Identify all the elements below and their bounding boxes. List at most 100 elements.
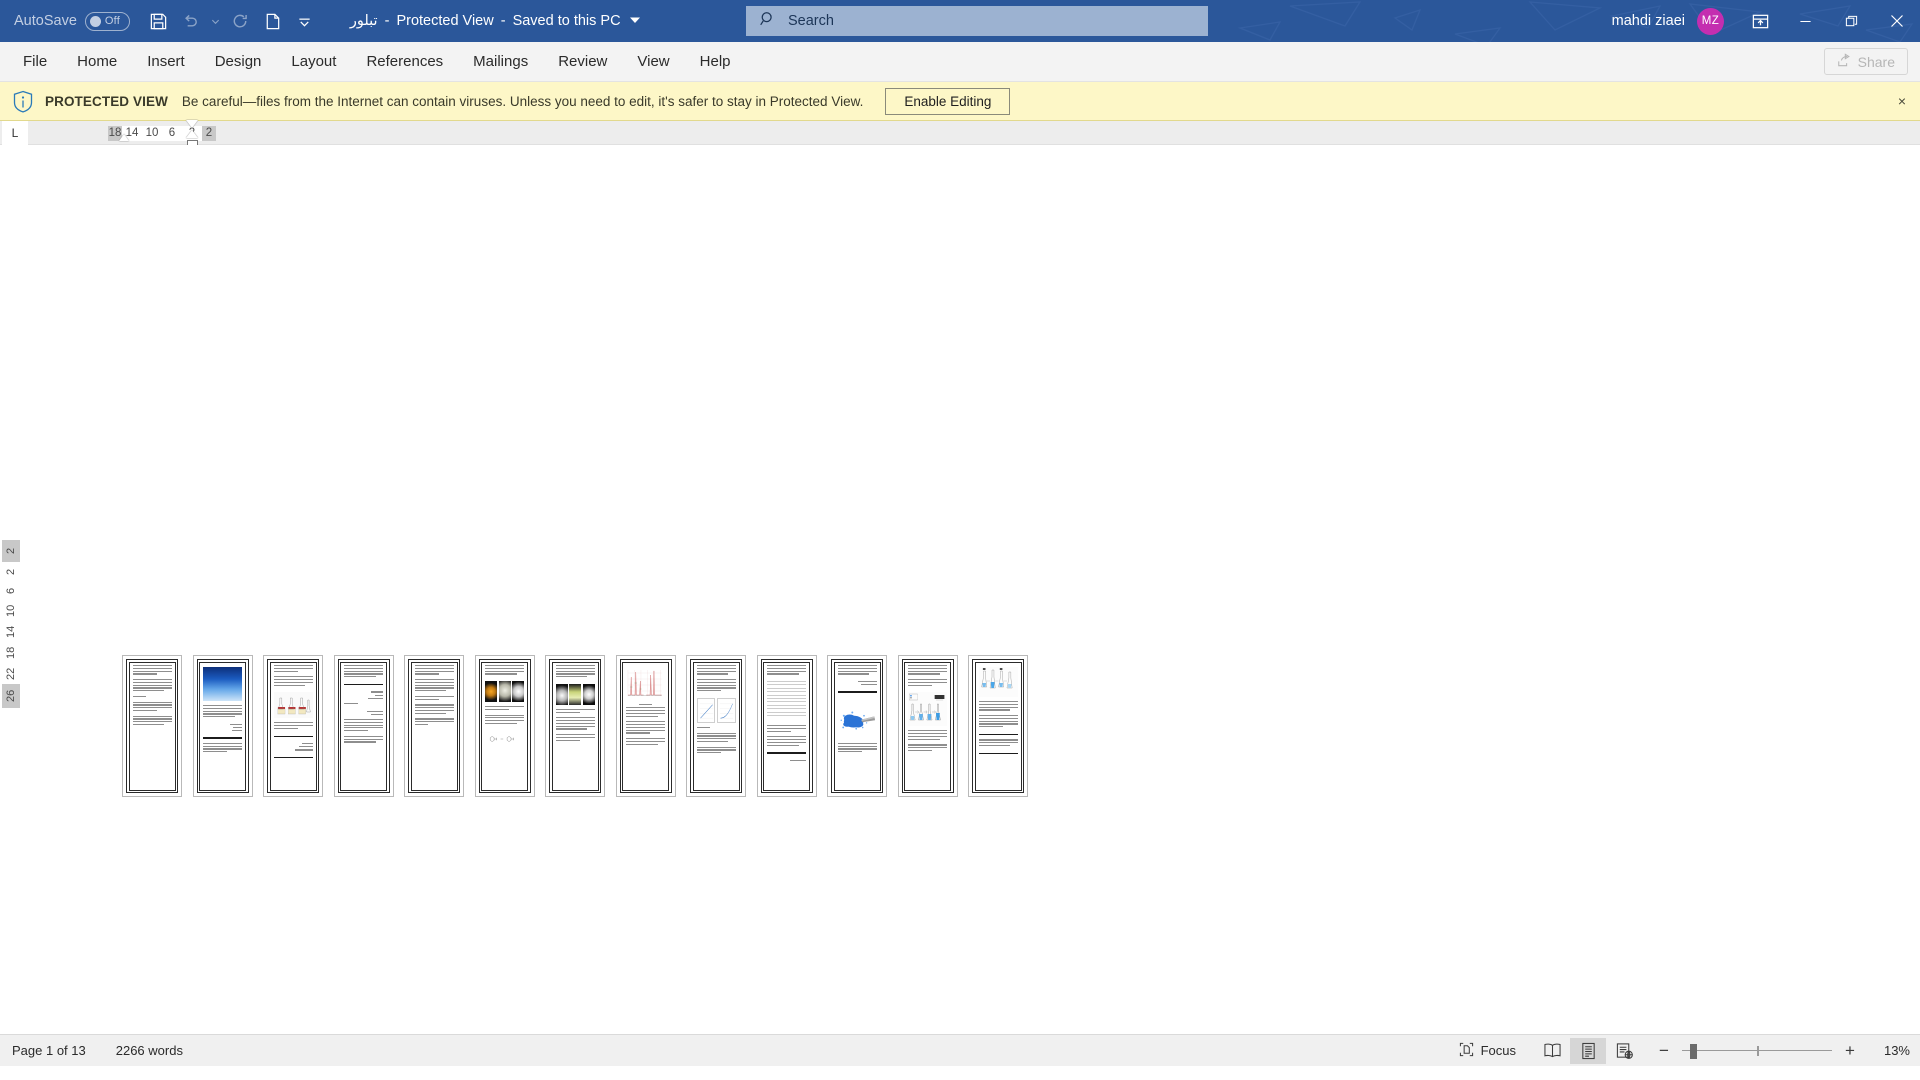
page-thumbnail-9[interactable] bbox=[686, 655, 746, 797]
page-thumbnail-10[interactable] bbox=[756, 655, 817, 797]
protected-view-bar: PROTECTED VIEW Be careful—files from the… bbox=[0, 82, 1920, 121]
word-count[interactable]: 2266 words bbox=[116, 1043, 183, 1058]
tab-design[interactable]: Design bbox=[200, 42, 277, 82]
flask-apparatus-diagram bbox=[273, 692, 313, 719]
ribbon-display-options-icon[interactable] bbox=[1738, 0, 1782, 42]
document-workspace: 2 2 6 10 14 18 22 26 Page 1 of 13 2266 w… bbox=[0, 145, 1920, 1066]
close-button[interactable] bbox=[1874, 0, 1920, 42]
horizontal-ruler[interactable]: 18 14 10 6 2 2 bbox=[108, 120, 216, 148]
search-box[interactable]: Search bbox=[746, 6, 1208, 36]
tab-layout[interactable]: Layout bbox=[276, 42, 351, 82]
first-line-indent-marker[interactable] bbox=[119, 134, 129, 141]
focus-mode-button[interactable]: Focus bbox=[1459, 1042, 1516, 1060]
protected-view-message: Be careful—files from the Internet can c… bbox=[181, 93, 864, 109]
tab-help[interactable]: Help bbox=[685, 42, 746, 82]
title-chevron-down-icon[interactable] bbox=[629, 16, 640, 26]
page-thumbnail-8[interactable] bbox=[615, 655, 676, 797]
autosave-control[interactable]: AutoSave Off bbox=[14, 11, 130, 31]
nmr-spectra-chart bbox=[626, 667, 665, 700]
share-icon bbox=[1837, 53, 1851, 70]
tab-insert[interactable]: Insert bbox=[132, 42, 200, 82]
focus-icon bbox=[1459, 1042, 1474, 1060]
data-table bbox=[767, 681, 806, 721]
share-button[interactable]: Share bbox=[1823, 48, 1908, 75]
crystal-texture-image bbox=[203, 667, 242, 701]
sample-photo-strip bbox=[485, 681, 524, 703]
vruler-tick-2b: 2 bbox=[2, 562, 20, 581]
ruler-tick-2b: 2 bbox=[202, 125, 216, 141]
right-indent-marker[interactable] bbox=[186, 120, 198, 128]
redo-icon[interactable] bbox=[226, 6, 256, 36]
vruler-tick-18: 18 bbox=[2, 642, 20, 663]
zoom-slider-handle[interactable] bbox=[1690, 1043, 1697, 1059]
zoom-level-label[interactable]: 13% bbox=[1874, 1043, 1910, 1058]
search-input-placeholder: Search bbox=[788, 13, 834, 29]
hanging-indent-marker[interactable] bbox=[186, 130, 198, 138]
tab-review[interactable]: Review bbox=[543, 42, 622, 82]
minimize-button[interactable] bbox=[1782, 0, 1828, 42]
customize-quick-access-icon[interactable] bbox=[290, 6, 320, 36]
tab-home[interactable]: Home bbox=[62, 42, 132, 82]
close-icon[interactable]: × bbox=[1898, 93, 1906, 109]
ruler-tick-6: 6 bbox=[162, 125, 182, 141]
print-layout-icon[interactable] bbox=[1570, 1037, 1606, 1064]
account-control[interactable]: mahdi ziaei MZ bbox=[1612, 7, 1724, 35]
page-thumbnail-6[interactable] bbox=[474, 655, 535, 797]
vertical-ruler[interactable]: 2 2 6 10 14 18 22 26 bbox=[2, 540, 20, 708]
document-name: تبلور bbox=[349, 13, 378, 29]
web-layout-icon[interactable] bbox=[1606, 1038, 1642, 1064]
tab-mailings[interactable]: Mailings bbox=[458, 42, 543, 82]
autosave-toggle-knob bbox=[89, 15, 101, 27]
title-bar: AutoSave Off تبلور - Protected View - Sa… bbox=[0, 0, 1920, 42]
vruler-tick-6: 6 bbox=[2, 581, 20, 600]
page-thumbnail-12[interactable] bbox=[897, 655, 958, 797]
vruler-tick-2a: 2 bbox=[2, 540, 20, 562]
ribbon-tab-bar: File Home Insert Design Layout Reference… bbox=[0, 42, 1920, 82]
page-thumbnail-5[interactable] bbox=[404, 655, 464, 797]
page-thumbnail-13[interactable] bbox=[968, 655, 1028, 797]
info-shield-icon bbox=[12, 90, 34, 113]
search-icon bbox=[760, 11, 776, 31]
tab-stop-selector[interactable]: L bbox=[2, 120, 28, 145]
ribbon-tabs: File Home Insert Design Layout Reference… bbox=[8, 42, 746, 82]
page-thumbnail-strip bbox=[122, 655, 1028, 797]
page-thumbnail-1[interactable] bbox=[122, 655, 182, 797]
zoom-out-button[interactable]: − bbox=[1656, 1041, 1672, 1061]
tab-view[interactable]: View bbox=[622, 42, 684, 82]
document-title-group[interactable]: تبلور - Protected View - Saved to this P… bbox=[350, 13, 640, 29]
solubility-line-charts bbox=[696, 697, 736, 723]
avatar[interactable]: MZ bbox=[1697, 7, 1724, 35]
page-thumbnail-4[interactable] bbox=[333, 655, 394, 797]
page-indicator[interactable]: Page 1 of 13 bbox=[12, 1043, 86, 1058]
enable-editing-button[interactable]: Enable Editing bbox=[885, 87, 1011, 115]
page-thumbnail-11[interactable] bbox=[827, 655, 887, 797]
autosave-state-label: Off bbox=[104, 15, 120, 27]
filtration-apparatus-diagram bbox=[978, 667, 1018, 697]
status-bar: Page 1 of 13 2266 words Focus − + 13% bbox=[0, 1034, 1920, 1066]
avatar-initials: MZ bbox=[1701, 15, 1720, 27]
new-document-icon[interactable] bbox=[258, 6, 288, 36]
page-thumbnail-3[interactable] bbox=[263, 655, 323, 797]
read-mode-icon[interactable] bbox=[1534, 1038, 1570, 1064]
crystallization-apparatus-diagram bbox=[908, 692, 947, 727]
undo-dropdown-icon[interactable] bbox=[208, 6, 224, 36]
page-thumbnail-7[interactable] bbox=[545, 655, 605, 797]
tab-file[interactable]: File bbox=[8, 42, 62, 82]
quick-access-toolbar bbox=[144, 6, 320, 36]
tab-references[interactable]: References bbox=[351, 42, 458, 82]
autosave-toggle[interactable]: Off bbox=[84, 11, 130, 31]
save-icon[interactable] bbox=[144, 6, 174, 36]
focus-label: Focus bbox=[1480, 1043, 1516, 1058]
zoom-slider[interactable] bbox=[1682, 1043, 1832, 1059]
ruler-tick-10: 10 bbox=[142, 125, 162, 141]
chemical-structure-diagram bbox=[485, 730, 524, 747]
restore-button[interactable] bbox=[1828, 0, 1874, 42]
page-thumbnail-2[interactable] bbox=[192, 655, 253, 797]
vruler-tick-26: 26 bbox=[2, 684, 20, 708]
vruler-tick-14: 14 bbox=[2, 621, 20, 642]
undo-icon[interactable] bbox=[176, 6, 206, 36]
crystallization-photo-strip bbox=[555, 683, 595, 705]
zoom-in-button[interactable]: + bbox=[1842, 1041, 1858, 1061]
vruler-tick-22: 22 bbox=[2, 663, 20, 684]
vruler-tick-10: 10 bbox=[2, 600, 20, 621]
